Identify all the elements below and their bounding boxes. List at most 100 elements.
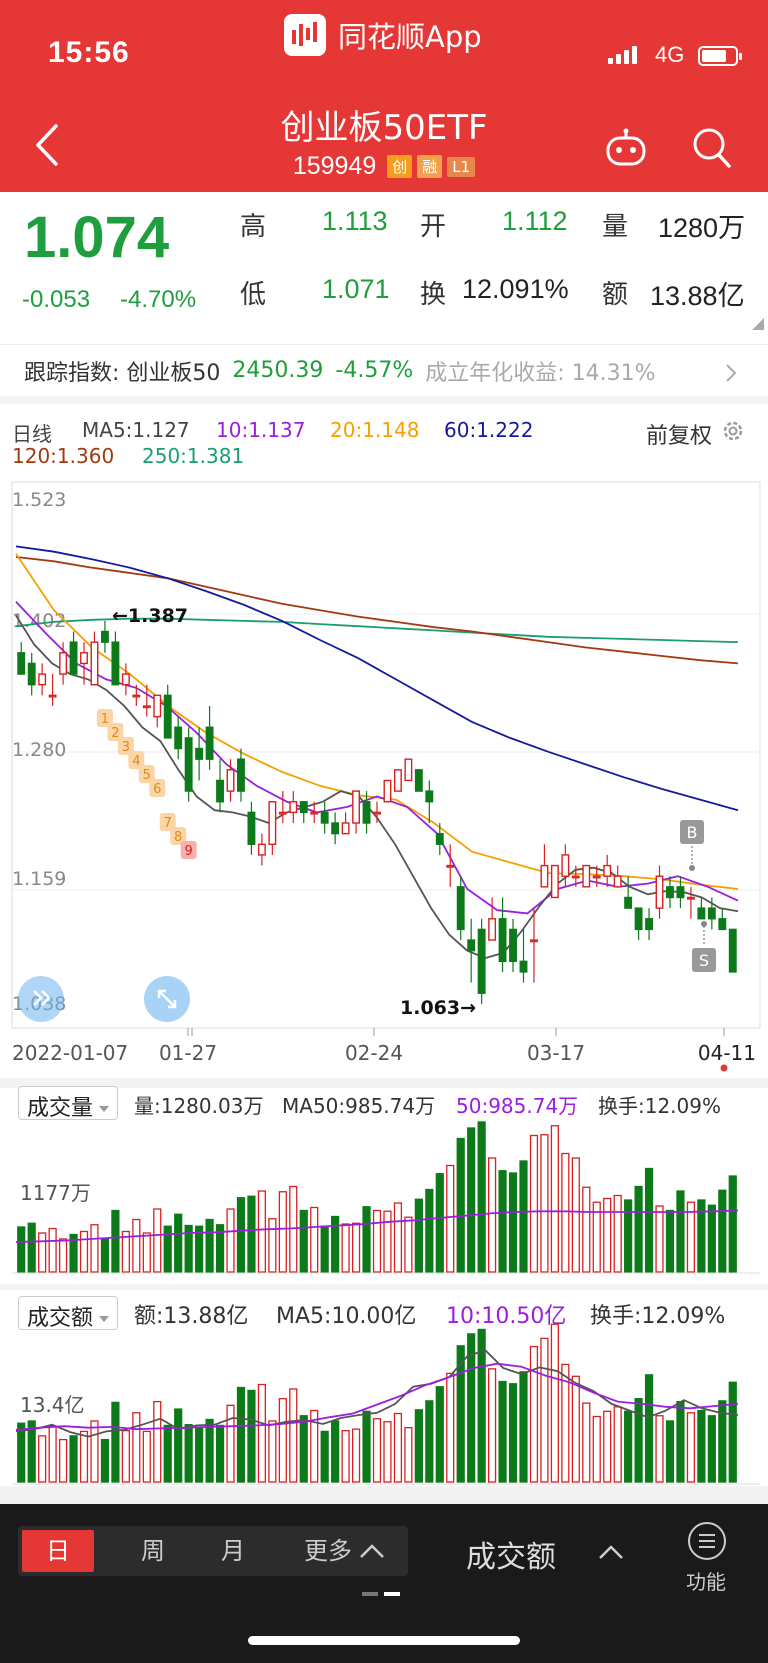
kline-chart[interactable]: 1.5231.4021.2801.1591.038 123456789 ←1.3… [0, 478, 768, 1488]
volume-bar-up [529, 1345, 539, 1483]
candle-down [456, 886, 465, 931]
candle-down [697, 907, 706, 920]
volume-bar-up [257, 1190, 267, 1273]
low-value: 1.071 [322, 274, 390, 304]
volume-bar-up [372, 1209, 382, 1273]
volume-bar-down [205, 1418, 214, 1483]
candle-down [184, 737, 193, 792]
indicator-selector[interactable]: 成交额 [466, 1532, 556, 1576]
volume-bar-up [529, 1134, 539, 1273]
candle-up [550, 864, 559, 899]
volume-bar-up [90, 1224, 99, 1273]
volume-bar-down [467, 1127, 476, 1273]
robot-assistant-icon[interactable] [604, 128, 648, 168]
volume-bar-up [613, 1194, 622, 1273]
volume-value: 1280万 [658, 213, 746, 243]
volume-indicator-selector[interactable]: 成交量 [18, 1086, 119, 1121]
volume-bar-down [425, 1188, 434, 1273]
volume-bar-down [320, 1225, 329, 1273]
volume-bar-up [540, 1337, 549, 1483]
volume-bar-down [299, 1415, 308, 1483]
price-change-pct: -4.70% [120, 286, 197, 313]
tracking-index-row[interactable]: 跟踪指数: 创业板50 2450.39 -4.57% 成立年化收益: 14.31… [0, 344, 768, 404]
volume-bar-up [153, 1208, 162, 1273]
sell-signal-label: S [699, 951, 709, 970]
candle-up [540, 864, 549, 888]
candle-down [205, 726, 214, 760]
tab-month[interactable]: 月 [198, 1526, 268, 1576]
candle-up [226, 769, 235, 792]
high-label: 高 [240, 212, 267, 242]
candle-up [383, 779, 392, 803]
volume-bar-down [519, 1160, 528, 1273]
volume-bar-down [331, 1420, 340, 1483]
volume-bar-down [27, 1222, 36, 1273]
candle-up [142, 705, 151, 709]
candle-down [100, 630, 109, 643]
candle-down [111, 641, 120, 686]
app-title-group: 同花顺App [284, 14, 482, 56]
volume-bar-up [383, 1421, 392, 1483]
chevron-right-icon [726, 364, 737, 382]
timeframe-toggle-button[interactable] [18, 976, 64, 1022]
candle-up [582, 864, 591, 888]
volume-bar-up [603, 1197, 612, 1273]
fullscreen-button[interactable] [144, 976, 190, 1022]
volume-bar-down [100, 1238, 110, 1273]
volume-bar-down [707, 1204, 716, 1273]
battery-icon [698, 46, 742, 66]
volume-bar-up [655, 1205, 664, 1273]
candle-down [414, 769, 423, 792]
volume-bar-up [404, 1216, 413, 1273]
volume-bar-down [236, 1386, 246, 1483]
volume-bar-down [299, 1209, 308, 1273]
volume-bar-down [634, 1185, 643, 1273]
candle-down [331, 822, 340, 835]
candle-up [613, 875, 622, 888]
volume-bar-up [48, 1425, 57, 1483]
tab-week[interactable]: 周 [118, 1526, 188, 1576]
chevron-up-icon[interactable] [598, 1544, 624, 1560]
volume-bar-down [205, 1218, 214, 1273]
volume-bar-down [665, 1420, 675, 1483]
candle-up [603, 864, 612, 877]
ma120-legend: 120:1.360 [12, 444, 115, 468]
tab-more[interactable]: 更多 [300, 1526, 356, 1576]
menu-icon[interactable] [688, 1522, 726, 1560]
volume-bar-up [571, 1375, 580, 1483]
date-tick-label: 04-11 [698, 1041, 756, 1065]
candle-down [467, 939, 476, 952]
stock-code: 159949 [292, 152, 377, 180]
amount-value: 13.88亿 [650, 281, 745, 311]
volume-bar-down [456, 1137, 465, 1273]
candle-down [237, 758, 245, 792]
home-indicator [248, 1636, 520, 1645]
tab-day[interactable]: 日 [22, 1530, 94, 1572]
status-time: 15:56 [48, 36, 130, 69]
app-logo-icon [284, 14, 326, 56]
volume-bar-down [111, 1209, 120, 1273]
candle-up [571, 875, 580, 879]
adjust-selector[interactable]: 前复权 [646, 418, 712, 450]
amount-indicator-selector[interactable]: 成交额 [18, 1296, 119, 1331]
quote-panel: 1.074 -0.053 -4.70% 高 1.113 开 1.112 量 12… [0, 192, 768, 342]
volume-bar-down [718, 1189, 727, 1273]
ma20-legend: 20:1.148 [330, 418, 420, 442]
volume-bar-up [310, 1206, 319, 1273]
buy-signal-label: B [687, 823, 698, 842]
candle-down [728, 928, 737, 973]
search-icon[interactable] [692, 126, 732, 170]
buy-signal-dot [689, 865, 695, 871]
volume-bar-up [446, 1372, 455, 1483]
date-tick-label: 02-24 [345, 1041, 403, 1065]
candle-up [655, 875, 664, 909]
candle-down [17, 652, 26, 675]
gear-icon[interactable] [720, 418, 746, 444]
volume-bar-up [571, 1157, 580, 1273]
tracking-value: 2450.39 [232, 358, 324, 383]
current-price: 1.074 [24, 205, 170, 270]
volume-bar-up [404, 1427, 413, 1483]
chevron-up-icon[interactable] [358, 1542, 386, 1560]
volume-bar-down [17, 1226, 26, 1273]
expand-corner-icon[interactable] [752, 318, 764, 330]
